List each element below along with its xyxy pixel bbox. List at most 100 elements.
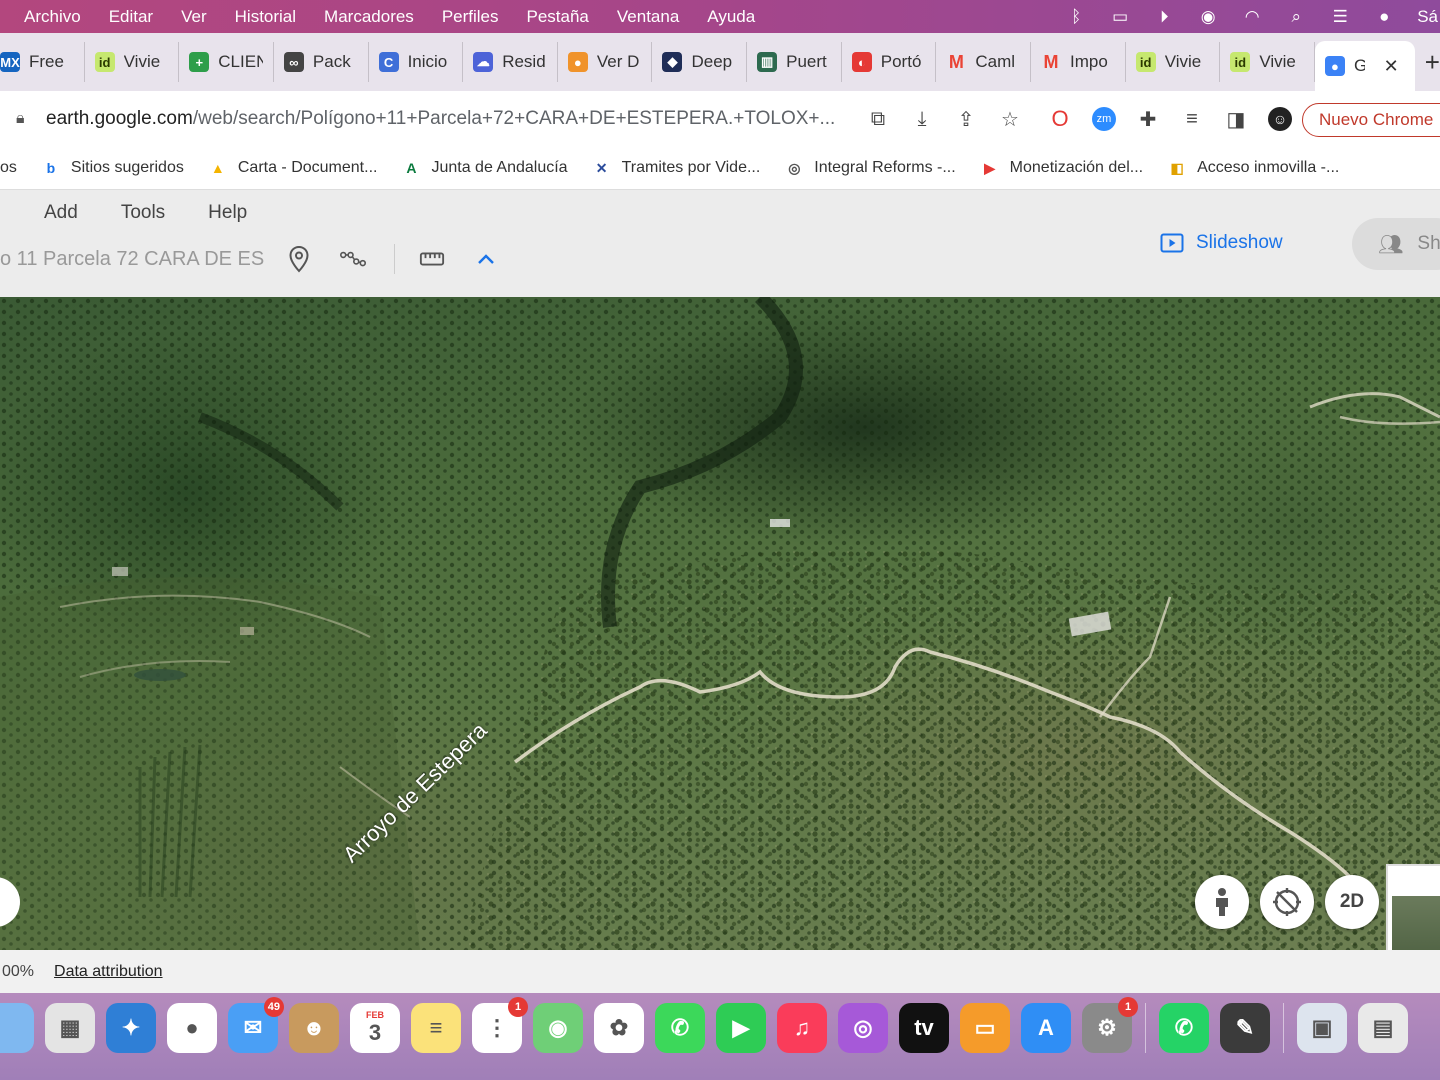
url-text[interactable]: earth.google.com/web/search/Polígono+11+… [46,108,866,130]
compass-reset-button[interactable] [1260,875,1314,929]
bookmark-item[interactable]: ◎ Integral Reforms -... [784,158,955,178]
dock-system-settings-icon[interactable]: ⚙ 1 [1082,997,1138,1053]
bookmark-item[interactable]: ◧ Acceso inmovilla -... [1167,158,1339,178]
browser-tab[interactable]: M Caml [936,42,1032,82]
dock-contacts-icon[interactable]: ☻ [289,1003,339,1053]
reading-list-icon[interactable]: ≡ [1180,107,1204,131]
dock-messages-icon[interactable]: ✆ [655,1003,705,1053]
bookmark-item[interactable]: os [0,159,17,177]
data-attribution-link[interactable]: Data attribution [54,963,163,981]
menu-archivo[interactable]: Archivo [0,7,95,27]
menu-perfiles[interactable]: Perfiles [428,7,513,27]
placemark-icon[interactable] [286,245,312,273]
menu-historial[interactable]: Historial [221,7,310,27]
dock-maps-icon[interactable]: ◉ [533,1003,583,1053]
battery-icon[interactable]: ▭ [1109,7,1131,27]
dock-calendar-icon[interactable]: FEB 3 [350,1003,400,1053]
opera-extension-icon[interactable]: O [1048,106,1072,131]
menu-pestana[interactable]: Pestaña [513,7,603,27]
dock-whatsapp-icon[interactable]: ✆ [1159,1003,1209,1053]
menu-tools[interactable]: Tools [121,202,165,224]
address-bar[interactable]: 🔒︎ earth.google.com/web/search/Polígono+… [4,97,1032,141]
menu-ver[interactable]: Ver [167,7,221,27]
spotlight-search-icon[interactable]: ⌕ [1285,7,1307,27]
install-icon[interactable]: ⤓ [910,108,934,131]
bookmark-item[interactable]: A Junta de Andalucía [401,158,567,178]
menu-editar[interactable]: Editar [95,7,167,27]
browser-tab[interactable]: ◐ Portó [842,42,937,82]
dock-recent-window-icon[interactable]: ▤ [1358,1003,1408,1053]
dock-safari-icon[interactable]: ✦ [106,1003,156,1053]
earth-map-view[interactable]: Arroyo de Estepera 2D [0,297,1440,950]
bookmark-item[interactable]: ▶ Monetización del... [980,158,1143,178]
lock-icon[interactable]: 🔒︎ [16,110,46,128]
share-page-icon[interactable]: ⇪ [954,107,978,132]
open-in-app-icon[interactable]: ⧉ [866,108,890,131]
browser-tab[interactable]: M Impo [1031,42,1126,82]
dock-facetime-icon[interactable]: ▶ [716,1003,766,1053]
collapse-chevron-icon[interactable] [473,245,499,273]
share-button[interactable]: 👥︎ Sha [1352,218,1440,270]
browser-tab[interactable]: C Inicio [369,42,464,82]
bookmark-item[interactable]: ✕ Tramites por Vide... [592,158,761,178]
browser-tab[interactable]: ◆ Deep [652,42,748,82]
dock-books-icon[interactable]: ▭ [960,1003,1010,1053]
control-center-icon[interactable]: ☰ [1329,7,1351,27]
menu-help[interactable]: Help [208,202,247,224]
dock-music-icon[interactable]: ♫ [777,1003,827,1053]
new-tab-button[interactable]: + [1415,47,1440,78]
dock-notes-icon[interactable]: ≡ [411,1003,461,1053]
measure-ruler-icon[interactable] [419,245,445,273]
dock-photos-icon[interactable]: ✿ [594,1003,644,1053]
user-icon[interactable]: ◉ [1197,7,1219,27]
menu-marcadores[interactable]: Marcadores [310,7,428,27]
2d-toggle-button[interactable]: 2D [1325,875,1379,929]
status-icons: ᛒ ▭ ⏵ ◉ ◠ ⌕ ☰ ● Sá [1065,0,1440,33]
bookmark-item[interactable]: ▲ Carta - Document... [208,158,378,178]
browser-tab[interactable]: id Vivie [85,42,180,82]
profile-avatar[interactable]: ☺ [1268,107,1292,131]
browser-tab[interactable]: ☁ Resid [463,42,558,82]
dock-podcasts-icon[interactable]: ◎ [838,1003,888,1053]
siri-icon[interactable]: ● [1373,7,1395,27]
browser-tab[interactable]: id Vivie [1126,42,1221,82]
dock-launchpad-icon[interactable]: ▦ [45,1003,95,1053]
menu-ayuda[interactable]: Ayuda [693,7,769,27]
slideshow-button[interactable]: Slideshow [1160,232,1283,254]
bookmark-item[interactable]: b Sitios sugeridos [41,158,184,178]
zoom-level: 00% [2,962,35,980]
browser-tab[interactable]: id Vivie [1220,42,1315,82]
street-view-pegman-button[interactable] [1195,875,1249,929]
earth-search-field[interactable]: o 11 Parcela 72 CARA DE ES [0,248,265,271]
clock-text[interactable]: Sá [1417,7,1440,27]
menu-add[interactable]: Add [44,202,78,224]
bluetooth-icon[interactable]: ᛒ [1065,7,1087,27]
wifi-icon[interactable]: ◠ [1241,7,1263,27]
menu-items: Archivo Editar Ver Historial Marcadores … [0,7,769,27]
dock-reminders-icon[interactable]: ⋮ 1 [472,997,528,1053]
dock-chrome-icon[interactable]: ● [167,1003,217,1053]
menu-ventana[interactable]: Ventana [603,7,693,27]
dock-preview-icon[interactable]: ✎ [1220,1003,1270,1053]
browser-tab[interactable]: ▥ Puert [747,42,842,82]
browser-tab[interactable]: ● Ver D [558,42,653,82]
browser-tab[interactable]: + CLIEN [179,42,274,82]
dock-screenshot-icon[interactable]: ▣ [1297,1003,1347,1053]
browser-tab[interactable]: MX Free [0,42,85,82]
bookmark-star-icon[interactable]: ☆ [998,107,1022,132]
minimap-thumbnail[interactable] [1386,864,1440,950]
side-panel-icon[interactable]: ◨ [1224,107,1248,131]
zoom-extension-icon[interactable]: zm [1092,107,1116,131]
extensions-puzzle-icon[interactable]: ✚ [1136,107,1160,131]
dock-tv-icon[interactable]: tv [899,1003,949,1053]
path-icon[interactable] [340,245,366,273]
dock-finder-icon[interactable] [0,1003,34,1053]
tab-close-icon[interactable]: ✕ [1384,56,1399,77]
dock-app-store-icon[interactable]: A [1021,1003,1071,1053]
dock-app-glyph: ⚙ [1097,1015,1117,1040]
play-icon[interactable]: ⏵ [1153,7,1175,27]
dock-mail-icon[interactable]: ✉ 49 [228,997,284,1053]
nuevo-chrome-button[interactable]: Nuevo Chrome [1302,103,1440,137]
browser-tab[interactable]: ∞ Pack [274,42,369,82]
browser-tab[interactable]: ● G ✕ [1314,41,1415,91]
